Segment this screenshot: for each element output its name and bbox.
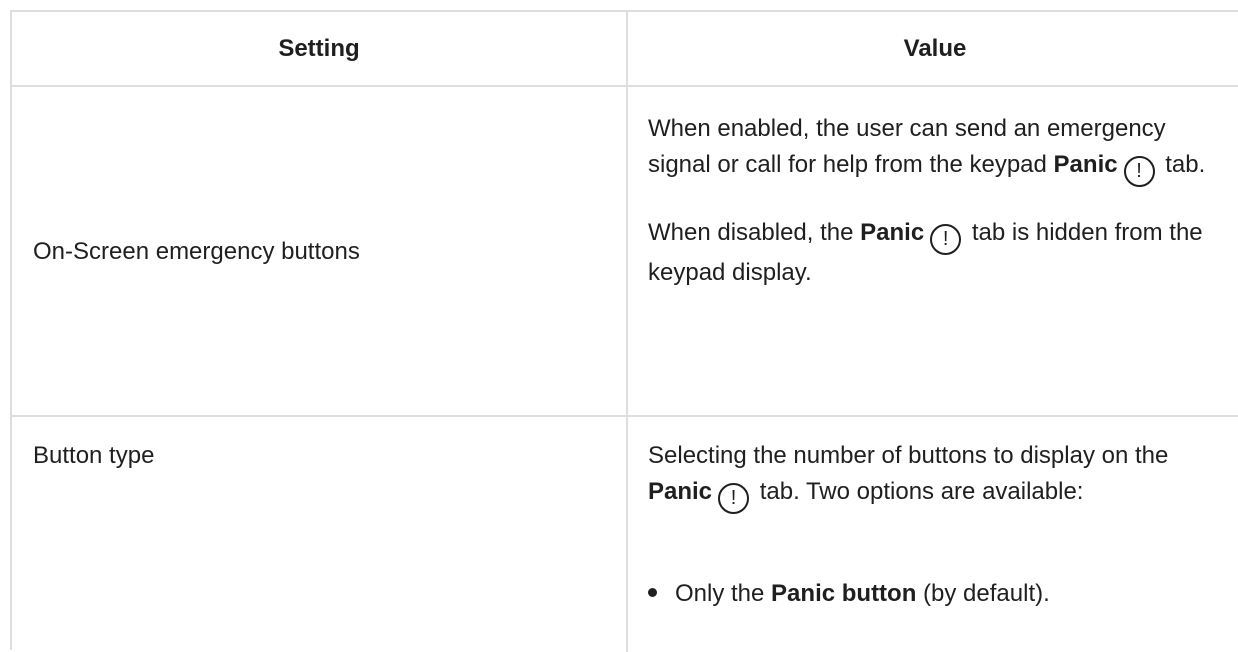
header-setting: Setting: [278, 35, 360, 62]
value-paragraph: When disabled, the Panic! tab is hidden …: [648, 219, 1203, 286]
value-paragraph: Selecting the number of buttons to displ…: [648, 438, 1223, 514]
list-item: Only the Panic button (by default).: [648, 576, 1223, 612]
column-divider: [626, 12, 628, 652]
row-divider: [12, 415, 1238, 417]
value-cell-emergency: When enabled, the user can send an emerg…: [648, 111, 1218, 291]
value-paragraph: When enabled, the user can send an emerg…: [648, 111, 1218, 187]
panic-icon: !: [1123, 156, 1155, 187]
setting-button-type: Button type: [33, 442, 155, 469]
panic-icon: !: [718, 483, 750, 514]
value-cell-button-type: Selecting the number of buttons to displ…: [648, 438, 1223, 612]
settings-table: Setting Value On-Screen emergency button…: [10, 10, 1238, 652]
header-row-divider: [12, 85, 1238, 87]
bullet-icon: [648, 588, 657, 597]
setting-on-screen-emergency-buttons: On-Screen emergency buttons: [33, 238, 360, 265]
panic-icon: !: [930, 224, 962, 255]
header-value: Value: [903, 35, 967, 62]
